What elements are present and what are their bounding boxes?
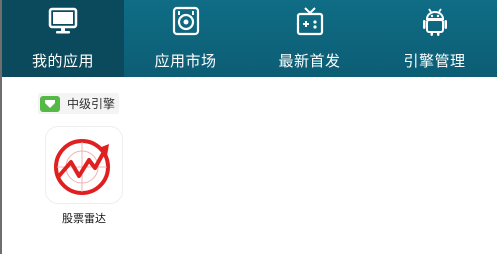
tab-label: 应用市场 bbox=[154, 52, 217, 70]
store-icon bbox=[170, 5, 202, 37]
heart-badge-icon bbox=[40, 95, 60, 112]
top-navigation-bar: 我的应用 应用市场 最新首发 引擎管理 bbox=[2, 0, 497, 77]
tab-label: 我的应用 bbox=[31, 52, 94, 70]
app-name: 股票雷达 bbox=[62, 212, 106, 225]
monitor-icon bbox=[47, 5, 79, 37]
gamepad-icon bbox=[294, 5, 326, 37]
stock-radar-icon[interactable] bbox=[46, 127, 122, 203]
app-tile[interactable]: 股票雷达 bbox=[44, 127, 124, 226]
tab-engine-management[interactable]: 引擎管理 bbox=[372, 0, 497, 77]
tab-label: 引擎管理 bbox=[403, 52, 466, 70]
section-header: 中级引擎 bbox=[38, 93, 120, 114]
android-icon bbox=[419, 5, 451, 37]
tab-app-market[interactable]: 应用市场 bbox=[124, 0, 247, 77]
main-content: 中级引擎 股票雷达 bbox=[2, 77, 497, 254]
section-title: 中级引擎 bbox=[67, 97, 116, 111]
tab-label: 最新首发 bbox=[278, 52, 341, 70]
tab-my-apps[interactable]: 我的应用 bbox=[2, 0, 124, 77]
tab-new-releases[interactable]: 最新首发 bbox=[247, 0, 372, 77]
